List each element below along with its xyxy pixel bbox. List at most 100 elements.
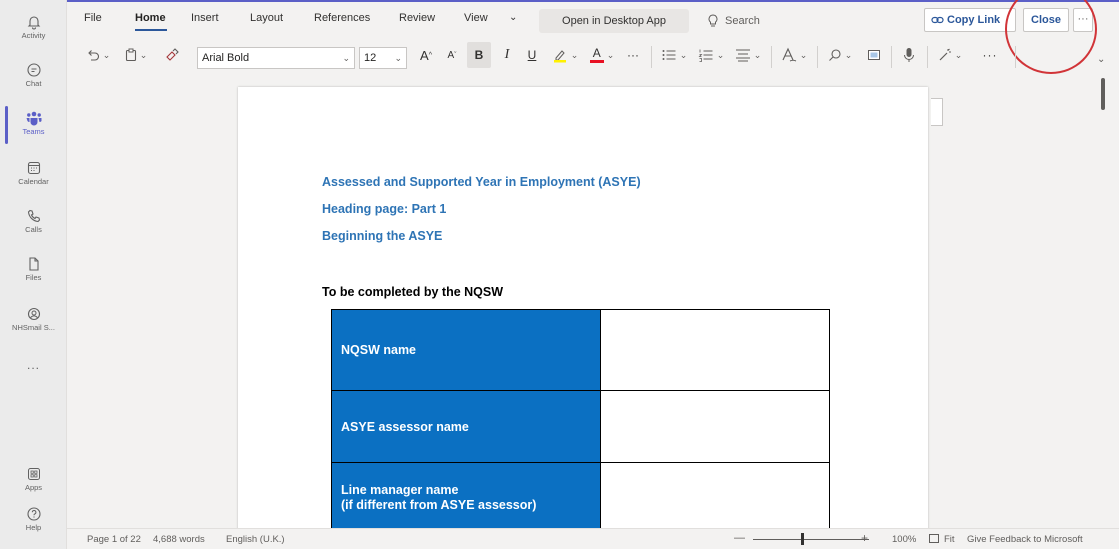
format-painter-button[interactable]	[159, 42, 185, 68]
toolbar-divider	[1015, 46, 1016, 68]
undo-button[interactable]: ⌄	[81, 42, 115, 68]
tab-home[interactable]: Home	[135, 12, 166, 24]
toolbar-divider	[927, 46, 928, 68]
rail-item-apps[interactable]: Apps	[0, 466, 67, 492]
font-name-select[interactable]: Arial Bold ⌄	[197, 47, 355, 69]
rail-label-files: Files	[25, 273, 42, 282]
underline-button[interactable]: U	[521, 42, 543, 68]
grow-font-button[interactable]: A ^	[414, 42, 438, 68]
tab-layout[interactable]: Layout	[250, 12, 283, 24]
document-page[interactable]: Assessed and Supported Year in Employmen…	[238, 87, 928, 528]
italic-button[interactable]: I	[496, 42, 518, 68]
rail-label-activity: Activity	[21, 31, 46, 40]
give-feedback-link[interactable]: Give Feedback to Microsoft	[967, 534, 1083, 545]
help-icon	[26, 507, 41, 521]
word-count[interactable]: 4,688 words	[153, 534, 205, 545]
status-bar: Page 1 of 22 4,688 words English (U.K.) …	[67, 528, 1119, 549]
toolbar-divider	[651, 46, 652, 68]
tab-file[interactable]: File	[84, 12, 102, 24]
microphone-icon	[904, 48, 914, 62]
zoom-in-button[interactable]: +	[861, 531, 868, 545]
font-color-button[interactable]: A ⌄	[585, 42, 619, 68]
bold-button[interactable]: B	[467, 42, 491, 68]
zoom-slider-track[interactable]	[753, 539, 869, 540]
styles-button[interactable]: ⌄	[777, 42, 811, 68]
phone-icon	[27, 209, 40, 223]
doc-heading-beginning: Beginning the ASYE	[322, 229, 443, 243]
comment-margin-tab[interactable]	[931, 98, 943, 126]
styles-icon	[782, 47, 796, 62]
table-row: Line manager name (if different from ASY…	[331, 462, 830, 528]
close-button[interactable]: Close	[1023, 8, 1069, 32]
rail-item-chat[interactable]: Chat	[0, 62, 67, 88]
file-icon	[28, 257, 39, 271]
zoom-level[interactable]: 100%	[892, 534, 916, 545]
shrink-font-button[interactable]: Aˇ	[441, 42, 463, 68]
doc-title: Assessed and Supported Year in Employmen…	[322, 175, 641, 189]
tabs-overflow-chevron-icon[interactable]: ⌄	[509, 12, 517, 23]
teams-icon	[26, 111, 41, 126]
chat-icon	[26, 63, 41, 77]
size-dropdown-chevron-icon: ⌄	[394, 53, 402, 63]
rail-item-nhsmail[interactable]: NHSmail S...	[0, 306, 67, 332]
font-overflow-button[interactable]: ···	[622, 42, 644, 68]
zoom-slider-thumb[interactable]	[801, 533, 804, 545]
designer-button[interactable]: ⌄	[933, 42, 967, 68]
headset-icon	[27, 307, 40, 321]
toolbar-divider	[817, 46, 818, 68]
rail-item-files[interactable]: Files	[0, 256, 67, 282]
numbering-button[interactable]: ⌄	[694, 42, 728, 68]
align-button[interactable]: ⌄	[731, 42, 765, 68]
rail-item-calendar[interactable]: Calendar	[0, 160, 67, 186]
table-value-cell[interactable]	[600, 390, 830, 463]
rail-item-help[interactable]: Help	[0, 506, 67, 532]
vertical-scrollbar-thumb[interactable]	[1101, 78, 1105, 110]
language-indicator[interactable]: English (U.K.)	[226, 534, 285, 545]
search-placeholder: Search	[725, 15, 760, 27]
tab-review[interactable]: Review	[399, 12, 435, 24]
highlight-color-button[interactable]: ⌄	[548, 42, 582, 68]
toolbar-divider	[891, 46, 892, 68]
page-count[interactable]: Page 1 of 22	[87, 534, 141, 545]
dictate-button[interactable]	[897, 42, 921, 68]
more-options-button[interactable]: ···	[1073, 8, 1093, 32]
rail-item-activity[interactable]: Activity	[0, 14, 67, 40]
zoom-out-button[interactable]: —	[734, 532, 745, 544]
shrink-font-label: A	[447, 49, 455, 61]
align-center-icon	[735, 49, 750, 62]
undo-icon	[87, 50, 99, 61]
tab-references[interactable]: References	[314, 12, 370, 24]
rail-more-button[interactable]: ...	[0, 358, 67, 372]
copy-link-button[interactable]: Copy Link	[924, 8, 1016, 32]
numbered-list-icon	[698, 49, 713, 62]
table-value-cell[interactable]	[600, 462, 830, 528]
fit-icon	[929, 534, 939, 543]
fit-button[interactable]: Fit	[944, 534, 955, 545]
bullet-list-icon	[662, 50, 676, 60]
font-size-select[interactable]: 12 ⌄	[359, 47, 407, 69]
editor-button[interactable]	[862, 42, 886, 68]
tab-insert[interactable]: Insert	[191, 12, 219, 24]
rail-item-calls[interactable]: Calls	[0, 208, 67, 234]
rail-item-teams[interactable]: Teams	[0, 110, 67, 136]
table-row: NQSW name	[331, 309, 830, 391]
highlighter-icon	[553, 50, 566, 63]
magic-wand-icon	[939, 48, 951, 61]
ribbon-expand-chevron-icon[interactable]: ⌄	[1097, 54, 1105, 65]
table-label-cell: ASYE assessor name	[331, 390, 601, 463]
search-box[interactable]: Search	[701, 10, 821, 32]
bullets-button[interactable]: ⌄	[657, 42, 691, 68]
table-value-cell[interactable]	[600, 309, 830, 391]
bell-icon	[27, 16, 40, 30]
table-label-assessor-name: ASYE assessor name	[341, 419, 469, 434]
font-name-value: Arial Bold	[202, 52, 250, 64]
find-button[interactable]: ⌄	[823, 42, 857, 68]
table-label-cell: NQSW name	[331, 309, 601, 391]
rail-label-chat: Chat	[25, 79, 42, 88]
open-in-desktop-app-button[interactable]: Open in Desktop App	[539, 9, 689, 33]
lightbulb-search-icon	[708, 14, 718, 27]
grow-font-label: A	[420, 47, 429, 63]
toolbar-more-button[interactable]: ···	[975, 42, 1005, 68]
clipboard-button[interactable]: ⌄	[119, 42, 153, 68]
tab-view[interactable]: View	[464, 12, 488, 24]
